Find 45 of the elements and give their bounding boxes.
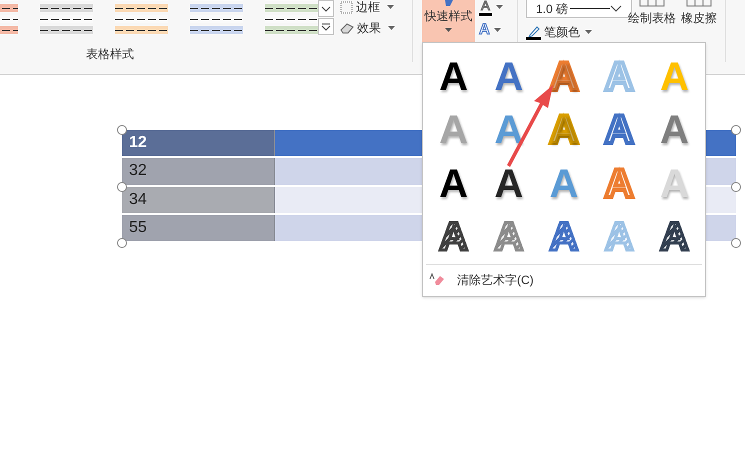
header-cell: 12 (122, 130, 275, 156)
wordart-style-option[interactable]: A (536, 51, 592, 103)
gallery-scroll-button[interactable] (318, 0, 334, 17)
text-fill-button[interactable]: A (479, 0, 503, 18)
border-icon (340, 0, 353, 14)
wordart-style-option[interactable]: A (646, 104, 702, 156)
wordart-style-option[interactable]: A (481, 51, 536, 103)
caret-icon (585, 30, 592, 34)
selection-handle[interactable] (117, 125, 127, 135)
caret-icon (496, 5, 503, 9)
caret-icon (445, 28, 452, 32)
wordart-style-option[interactable]: A (536, 104, 592, 156)
wordart-style-option[interactable]: A (592, 104, 647, 156)
caret-icon (494, 28, 501, 32)
wordart-style-option[interactable]: A (426, 104, 482, 156)
clear-wordart-item[interactable]: 清除艺术字(C) (423, 265, 705, 295)
caret-icon (388, 26, 395, 30)
chevron-icon (321, 22, 331, 30)
wordart-style-option[interactable]: A (481, 158, 536, 210)
gallery-more-button[interactable] (318, 18, 334, 35)
selection-handle[interactable] (117, 182, 127, 192)
wordart-style-option[interactable]: A (592, 158, 647, 210)
table-grid-icon (686, 0, 712, 7)
pen-color-button[interactable]: 笔颜色 (526, 23, 628, 41)
selection-handle[interactable] (731, 125, 741, 135)
chevron-icon (610, 5, 622, 12)
table-cell: 55 (122, 214, 275, 241)
table-grid-icon (639, 0, 665, 7)
eraser-icon (429, 273, 445, 287)
selection-handle[interactable] (731, 238, 741, 248)
effects-button[interactable]: 效果 (340, 17, 395, 39)
pencil-icon (526, 24, 541, 40)
wordart-style-option[interactable]: A (426, 51, 482, 103)
table-cell: 34 (122, 186, 275, 213)
selection-handle[interactable] (117, 238, 127, 248)
wordart-style-option[interactable]: A (426, 158, 482, 210)
wordart-style-option[interactable]: A (481, 104, 536, 156)
eraser-icon (340, 22, 354, 34)
caret-icon (387, 5, 394, 9)
border-button[interactable]: 边框 (340, 0, 395, 17)
wordart-style-option[interactable]: A (536, 158, 592, 210)
table-cell: 32 (122, 158, 275, 184)
group-label: 表格样式 (86, 46, 134, 63)
quick-styles-button[interactable]: 快速样式 (422, 0, 475, 42)
chevron-icon (321, 6, 331, 12)
